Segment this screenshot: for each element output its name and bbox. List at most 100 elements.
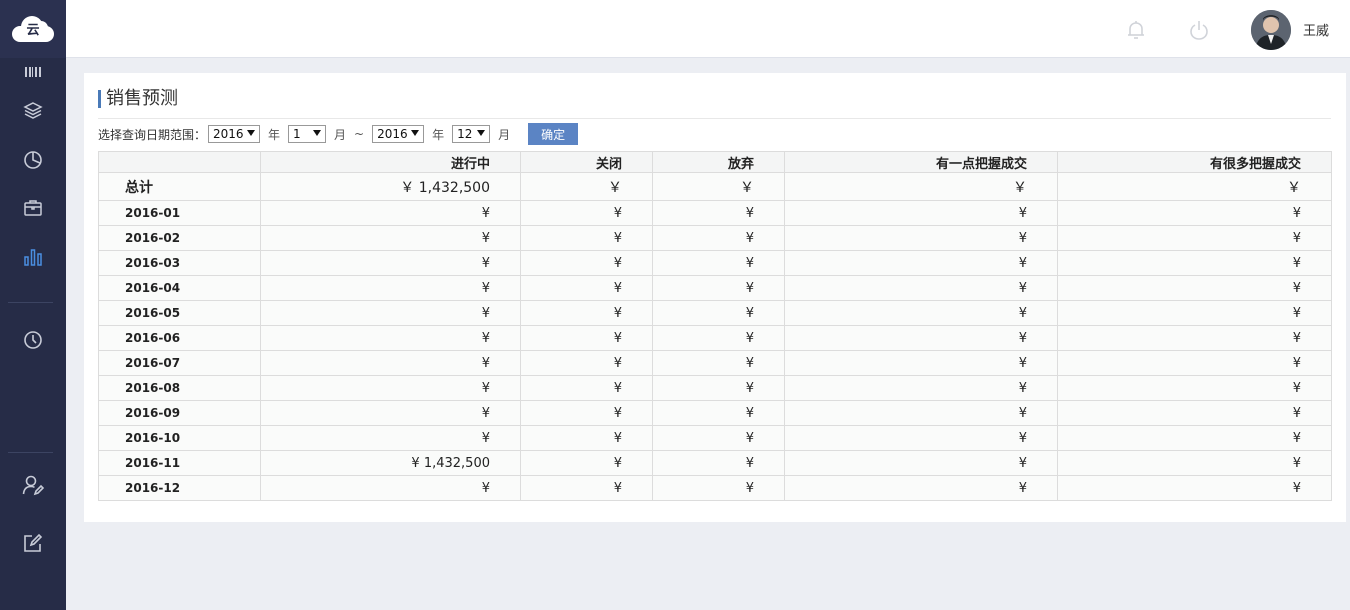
row-label: 2016-10 [98,425,261,451]
table-cell: ¥ [260,250,521,276]
end-month-value: 12 [457,127,473,141]
end-month-select[interactable]: 12 [452,125,491,143]
table-cell: ¥ [652,300,785,326]
clock-icon [24,331,42,349]
table-cell: ¥ 1,432,500 [260,450,521,476]
table-cell: ¥ [260,475,521,501]
table-cell: ¥ [260,375,521,401]
table-cell: ¥ [652,475,785,501]
table-cell: ¥ [260,350,521,376]
table-row: 2016-07 ¥ ¥ ¥ ¥ ¥ [98,350,1332,376]
table-row: 2016-10 ¥ ¥ ¥ ¥ ¥ [98,425,1332,451]
confirm-button[interactable]: 确定 [528,123,579,145]
page-header: 销售预测 [98,88,1331,119]
notifications-button[interactable] [1124,18,1148,42]
title-accent-bar [98,90,101,108]
bell-icon [1128,21,1144,39]
table-row: 2016-05 ¥ ¥ ¥ ¥ ¥ [98,300,1332,326]
date-range-filter: 选择查询日期范围： 2016 年 1 月 ~ 2016 年 12 月 确定 [98,123,579,145]
table-cell: ¥ [784,425,1058,451]
dropdown-arrow-icon [313,130,322,136]
avatar[interactable] [1251,10,1291,50]
username[interactable]: 王威 [1303,20,1329,39]
bar-chart-icon [24,249,42,266]
start-month-select[interactable]: 1 [288,125,327,143]
month-unit: 月 [498,127,511,142]
column-header: 有很多把握成交 [1057,151,1332,173]
row-label: 2016-12 [98,475,261,501]
sidebar-item-pie[interactable] [0,145,66,175]
table-cell: ¥ [520,225,653,251]
sidebar-item-barcode[interactable] [0,57,66,87]
table-cell: ¥ [520,275,653,301]
table-cell: ¥ [784,375,1058,401]
table-cell: ￥ [652,172,785,201]
column-header: 有一点把握成交 [784,151,1058,173]
dropdown-arrow-icon [477,130,486,136]
power-icon [1190,21,1208,40]
sidebar-divider [8,452,53,453]
table-row: 2016-02 ¥ ¥ ¥ ¥ ¥ [98,225,1332,251]
table-row: 2016-12 ¥ ¥ ¥ ¥ ¥ [98,475,1332,501]
table-cell: ¥ [520,350,653,376]
table-cell: ¥ [652,275,785,301]
table-cell: ¥ [1057,250,1332,276]
table-row: 2016-06 ¥ ¥ ¥ ¥ ¥ [98,325,1332,351]
table-cell: ¥ [784,250,1058,276]
table-cell: ¥ [784,475,1058,501]
table-row: 2016-09 ¥ ¥ ¥ ¥ ¥ [98,400,1332,426]
table-cell: ¥ [1057,425,1332,451]
table-cell: ¥ [1057,475,1332,501]
edit-icon [24,533,43,552]
row-label: 2016-05 [98,300,261,326]
row-label: 2016-02 [98,225,261,251]
table-cell: ¥ [652,400,785,426]
table-cell: ¥ [1057,325,1332,351]
sidebar-item-layers[interactable] [0,95,66,125]
table-cell: ¥ [260,275,521,301]
row-label: 总计 [98,172,261,201]
cloud-logo-icon: 云 [12,16,54,42]
sidebar-item-briefcase[interactable] [0,193,66,223]
table-cell: ¥ [652,250,785,276]
row-label: 2016-01 [98,200,261,226]
table-cell: ¥ [520,375,653,401]
table-cell: ￥ [784,172,1058,201]
table-cell: ¥ [784,275,1058,301]
table-row: 2016-11 ¥ 1,432,500 ¥ ¥ ¥ ¥ [98,450,1332,476]
range-separator: ~ [354,127,365,141]
logo[interactable]: 云 [0,0,66,58]
table-cell: ¥ [784,350,1058,376]
table-row: 2016-03 ¥ ¥ ¥ ¥ ¥ [98,250,1332,276]
table-cell: ¥ [260,300,521,326]
table-cell: ¥ [1057,350,1332,376]
sidebar-item-profile[interactable] [0,470,66,500]
pie-chart-icon [24,151,42,169]
table-total-row: 总计 ￥ 1,432,500 ￥ ￥ ￥ ￥ [98,172,1332,201]
row-label: 2016-11 [98,450,261,476]
table-cell: ¥ [1057,375,1332,401]
table-cell: ¥ [520,425,653,451]
start-year-select[interactable]: 2016 [208,125,261,143]
row-label: 2016-04 [98,275,261,301]
sidebar-divider [8,302,53,303]
sidebar-item-edit[interactable] [0,528,66,558]
table-cell: ¥ [520,475,653,501]
user-edit-icon [22,475,44,496]
sidebar-item-reports[interactable] [0,242,66,272]
table-cell: ¥ [1057,400,1332,426]
table-cell: ¥ [652,450,785,476]
column-header: 关闭 [520,151,653,173]
sidebar-item-history[interactable] [0,325,66,355]
end-year-select[interactable]: 2016 [372,125,425,143]
table-cell: ¥ [652,375,785,401]
table-cell: ¥ [520,450,653,476]
table-cell: ¥ [784,225,1058,251]
briefcase-icon [24,200,42,216]
forecast-table: 进行中 关闭 放弃 有一点把握成交 有很多把握成交 总计 ￥ 1,432,500… [98,151,1332,501]
logout-button[interactable] [1187,18,1211,42]
table-cell: ￥ [520,172,653,201]
row-label: 2016-03 [98,250,261,276]
table-row: 2016-04 ¥ ¥ ¥ ¥ ¥ [98,275,1332,301]
table-cell: ¥ [784,400,1058,426]
